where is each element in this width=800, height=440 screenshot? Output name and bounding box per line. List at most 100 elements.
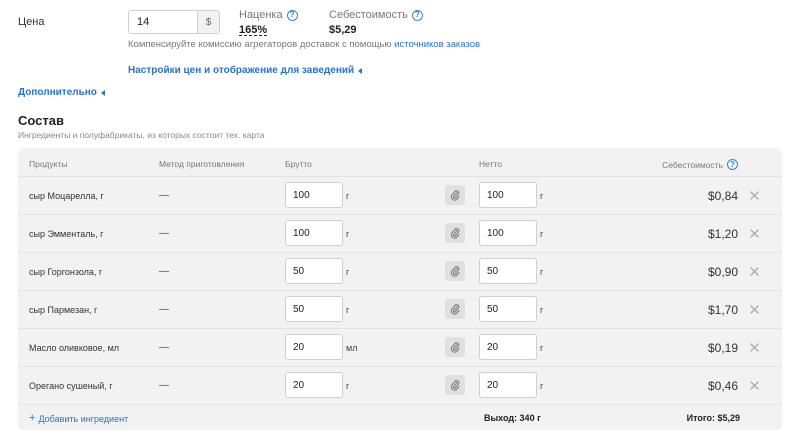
link-quantities-button[interactable] xyxy=(445,223,465,243)
product-name: Орегано сушеный, г xyxy=(29,381,113,391)
gross-unit: мл xyxy=(346,343,358,353)
cooking-method[interactable]: — xyxy=(159,190,169,201)
cost-value: $5,29 xyxy=(329,24,357,36)
markup-value[interactable]: 165% xyxy=(239,24,298,36)
section-subtitle: Ингредиенты и полуфабрикаты, из которых … xyxy=(18,130,265,140)
order-sources-link[interactable]: источников заказов xyxy=(394,39,480,50)
add-ingredient-button[interactable]: + Добавить ингредиент xyxy=(29,413,128,424)
remove-ingredient-button[interactable] xyxy=(747,340,761,354)
close-icon xyxy=(749,190,759,200)
cooking-method[interactable]: — xyxy=(159,228,169,239)
gross-unit: г xyxy=(346,305,350,315)
net-unit: г xyxy=(540,229,544,239)
link-quantities-button[interactable] xyxy=(445,299,465,319)
ingredient-cost: $0,84 xyxy=(707,189,738,203)
header-cost: Себестоимость ? xyxy=(662,159,738,170)
product-name: сыр Моцарелла, г xyxy=(29,191,104,201)
gross-unit: г xyxy=(346,229,350,239)
cooking-method[interactable]: — xyxy=(159,380,169,391)
close-icon xyxy=(749,342,759,352)
advanced-link[interactable]: Дополнительно xyxy=(18,87,105,98)
caret-left-icon xyxy=(100,89,105,96)
gross-unit: г xyxy=(346,267,350,277)
paperclip-icon xyxy=(450,189,460,201)
net-unit: г xyxy=(540,305,544,315)
table-row: сыр Пармезан, г — г г $1,70 xyxy=(18,290,782,328)
remove-ingredient-button[interactable] xyxy=(747,226,761,240)
ingredient-cost: $0,19 xyxy=(707,341,738,355)
net-input[interactable] xyxy=(479,372,537,398)
price-label: Цена xyxy=(18,16,45,28)
net-input[interactable] xyxy=(479,296,537,322)
gross-input[interactable] xyxy=(285,334,343,360)
table-row: сыр Горгонзола, г — г г $0,90 xyxy=(18,252,782,290)
close-icon xyxy=(749,304,759,314)
venue-settings-link[interactable]: Настройки цен и отображение для заведени… xyxy=(128,65,363,76)
link-quantities-button[interactable] xyxy=(445,375,465,395)
cost-label: Себестоимость xyxy=(329,9,408,21)
cooking-method[interactable]: — xyxy=(159,266,169,277)
close-icon xyxy=(749,228,759,238)
link-quantities-button[interactable] xyxy=(445,261,465,281)
yield-total: Выход: 340 г xyxy=(484,413,541,423)
header-gross: Брутто xyxy=(285,159,312,169)
link-quantities-button[interactable] xyxy=(445,337,465,357)
markup-label: Наценка xyxy=(239,9,283,21)
paperclip-icon xyxy=(450,227,460,239)
product-name: сыр Горгонзола, г xyxy=(29,267,103,277)
net-input[interactable] xyxy=(479,258,537,284)
header-method: Метод приготовления xyxy=(159,159,245,169)
cost-block: Себестоимость ? $5,29 xyxy=(329,9,423,36)
paperclip-icon xyxy=(450,265,460,277)
paperclip-icon xyxy=(450,303,460,315)
net-input[interactable] xyxy=(479,334,537,360)
paperclip-icon xyxy=(450,341,460,353)
table-row: сыр Моцарелла, г — г г $0,84 xyxy=(18,176,782,214)
question-circle-icon[interactable]: ? xyxy=(286,9,298,21)
net-unit: г xyxy=(540,191,544,201)
ingredient-cost: $0,90 xyxy=(707,265,738,279)
net-input[interactable] xyxy=(479,220,537,246)
ingredient-cost: $0,46 xyxy=(707,379,738,393)
column-headers: Продукты Метод приготовления Брутто Нетт… xyxy=(18,148,782,176)
add-ingredient-label: Добавить ингредиент xyxy=(38,413,129,424)
remove-ingredient-button[interactable] xyxy=(747,302,761,316)
cooking-method[interactable]: — xyxy=(159,304,169,315)
price-input[interactable] xyxy=(129,11,197,33)
remove-ingredient-button[interactable] xyxy=(747,188,761,202)
remove-ingredient-button[interactable] xyxy=(747,378,761,392)
commission-hint: Компенсируйте комиссию агрегаторов доста… xyxy=(128,39,480,50)
commission-hint-text: Компенсируйте комиссию агрегаторов доста… xyxy=(128,39,395,50)
close-icon xyxy=(749,266,759,276)
header-products: Продукты xyxy=(29,159,68,169)
table-footer: + Добавить ингредиент Выход: 340 г Итого… xyxy=(18,404,782,430)
header-cost-label: Себестоимость xyxy=(662,159,723,170)
net-unit: г xyxy=(540,267,544,277)
gross-unit: г xyxy=(346,381,350,391)
price-input-group: $ xyxy=(128,10,220,34)
close-icon xyxy=(749,380,759,390)
cooking-method[interactable]: — xyxy=(159,342,169,353)
product-name: Масло оливковое, мл xyxy=(29,343,120,353)
gross-input[interactable] xyxy=(285,182,343,208)
net-input[interactable] xyxy=(479,182,537,208)
net-unit: г xyxy=(540,381,544,391)
product-name: сыр Пармезан, г xyxy=(29,305,98,315)
cost-label-row: Себестоимость ? xyxy=(329,9,423,21)
gross-input[interactable] xyxy=(285,258,343,284)
gross-input[interactable] xyxy=(285,220,343,246)
question-circle-icon[interactable]: ? xyxy=(727,159,738,170)
question-circle-icon[interactable]: ? xyxy=(411,9,423,21)
gross-input[interactable] xyxy=(285,372,343,398)
ingredient-cost: $1,20 xyxy=(707,227,738,241)
markup-label-row: Наценка ? xyxy=(239,9,298,21)
gross-unit: г xyxy=(346,191,350,201)
table-row: сыр Эмменталь, г — г г $1,20 xyxy=(18,214,782,252)
remove-ingredient-button[interactable] xyxy=(747,264,761,278)
caret-left-icon xyxy=(358,67,363,74)
link-quantities-button[interactable] xyxy=(445,185,465,205)
grand-total: Итого: $5,29 xyxy=(686,413,740,423)
table-row: Масло оливковое, мл — мл г $0,19 xyxy=(18,328,782,366)
gross-input[interactable] xyxy=(285,296,343,322)
ingredient-cost: $1,70 xyxy=(707,303,738,317)
